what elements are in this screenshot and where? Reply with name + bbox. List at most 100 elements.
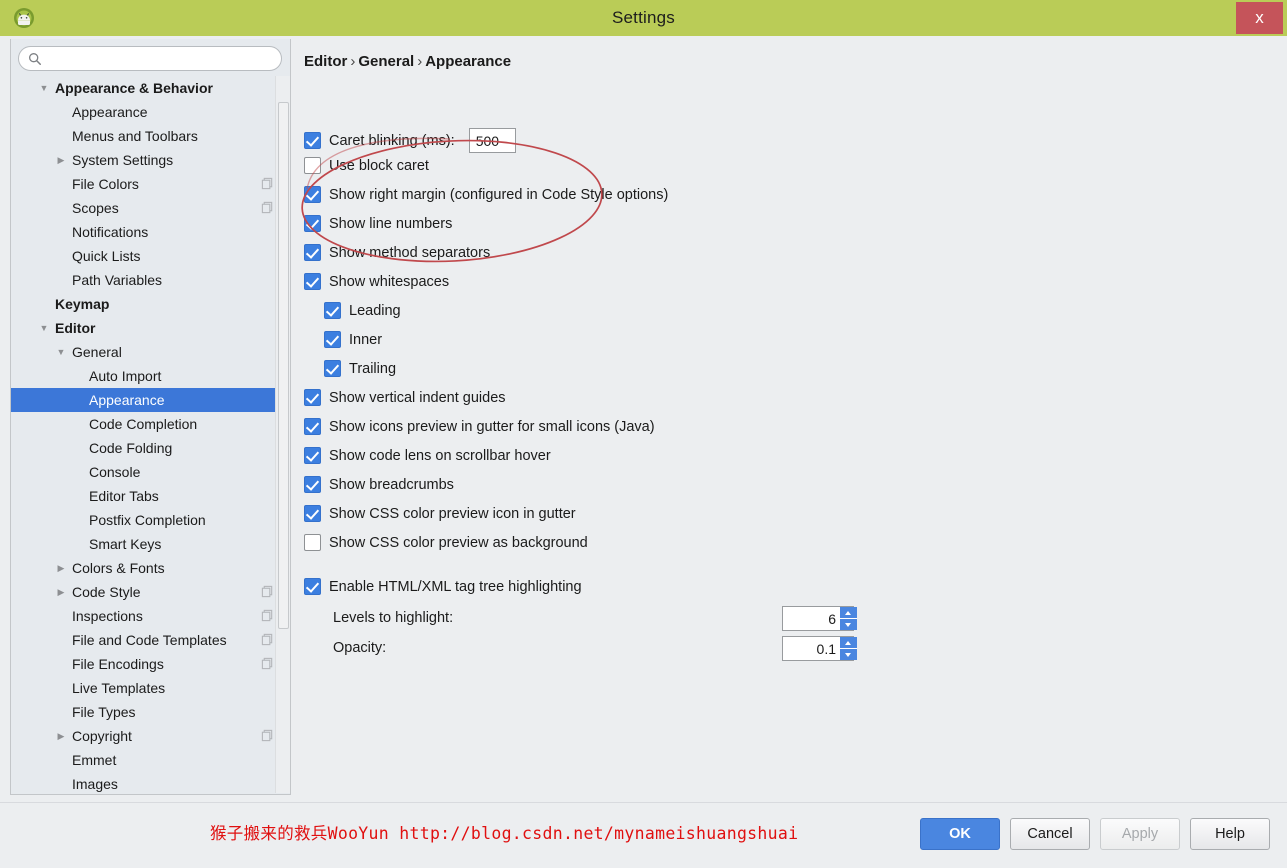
- sidebar-item-file-encodings[interactable]: File Encodings: [11, 652, 290, 676]
- copy-settings-icon[interactable]: [261, 585, 274, 598]
- checkbox-row-trailing[interactable]: Trailing: [324, 360, 396, 377]
- sidebar-item-appearance-behavior[interactable]: ▼ Appearance & Behavior: [11, 76, 290, 100]
- checkbox-show-css-color-preview-as-background[interactable]: [304, 534, 321, 551]
- checkbox-caret-blinking-ms[interactable]: [304, 132, 321, 149]
- sidebar-item-console[interactable]: Console: [11, 460, 290, 484]
- checkbox-show-code-lens-on-scrollbar-hover[interactable]: [304, 447, 321, 464]
- search-input[interactable]: [48, 51, 263, 66]
- checkbox-row-show-line-numbers[interactable]: Show line numbers: [304, 215, 452, 232]
- checkbox-show-breadcrumbs[interactable]: [304, 476, 321, 493]
- sidebar-item-scopes[interactable]: Scopes: [11, 196, 290, 220]
- checkbox-row-show-method-separators[interactable]: Show method separators: [304, 244, 490, 261]
- checkbox-use-block-caret[interactable]: [304, 157, 321, 174]
- sidebar-item-code-completion[interactable]: Code Completion: [11, 412, 290, 436]
- chevron-right-icon[interactable]: ▶: [54, 148, 68, 172]
- checkbox-row-show-css-color-preview-as-background[interactable]: Show CSS color preview as background: [304, 534, 588, 551]
- sidebar-item-images[interactable]: Images: [11, 772, 290, 793]
- checkbox-show-whitespaces[interactable]: [304, 273, 321, 290]
- chevron-down-icon[interactable]: [840, 619, 857, 630]
- checkbox-show-right-margin-configured-in-code-style-options[interactable]: [304, 186, 321, 203]
- checkbox-row-show-right-margin-configured-in-code-style-options[interactable]: Show right margin (configured in Code St…: [304, 186, 668, 203]
- checkbox-row-caret-blinking-ms[interactable]: Caret blinking (ms):: [304, 128, 516, 153]
- checkbox-row-show-icons-preview-in-gutter-for-small-icons-java[interactable]: Show icons preview in gutter for small i…: [304, 418, 655, 435]
- sidebar-item-appearance[interactable]: Appearance: [11, 388, 290, 412]
- checkbox-leading[interactable]: [324, 302, 341, 319]
- opacity-stepper[interactable]: [782, 636, 857, 661]
- close-icon[interactable]: x: [1236, 2, 1283, 34]
- ok-button[interactable]: OK: [920, 818, 1000, 850]
- checkbox-row-inner[interactable]: Inner: [324, 331, 382, 348]
- levels-to-highlight-input[interactable]: [783, 607, 840, 630]
- chevron-down-icon[interactable]: [840, 649, 857, 660]
- copy-settings-icon[interactable]: [261, 633, 274, 646]
- copy-settings-icon[interactable]: [261, 729, 274, 742]
- sidebar-scrollbar-thumb[interactable]: [278, 102, 289, 629]
- checkbox-trailing[interactable]: [324, 360, 341, 377]
- levels-spin-buttons[interactable]: [840, 607, 857, 630]
- sidebar-scrollbar-track[interactable]: [275, 76, 290, 793]
- checkbox-row-show-css-color-preview-icon-in-gutter[interactable]: Show CSS color preview icon in gutter: [304, 505, 576, 522]
- sidebar-item-emmet[interactable]: Emmet: [11, 748, 290, 772]
- copy-settings-icon[interactable]: [261, 609, 274, 622]
- copy-settings-icon[interactable]: [261, 657, 274, 670]
- caret-blinking-input[interactable]: [468, 128, 516, 153]
- sidebar-item-label: Appearance: [72, 104, 148, 120]
- checkbox-row-show-whitespaces[interactable]: Show whitespaces: [304, 273, 449, 290]
- levels-to-highlight-stepper[interactable]: [782, 606, 857, 631]
- checkbox-show-css-color-preview-icon-in-gutter[interactable]: [304, 505, 321, 522]
- sidebar-item-file-types[interactable]: File Types: [11, 700, 290, 724]
- chevron-right-icon[interactable]: ▶: [54, 724, 68, 748]
- checkbox-row-show-code-lens-on-scrollbar-hover[interactable]: Show code lens on scrollbar hover: [304, 447, 551, 464]
- sidebar-item-system-settings[interactable]: ▶ System Settings: [11, 148, 290, 172]
- checkbox-show-method-separators[interactable]: [304, 244, 321, 261]
- opacity-spin-buttons[interactable]: [840, 637, 857, 660]
- checkbox-enable-html-xml-tag-tree-highlighting[interactable]: [304, 578, 321, 595]
- chevron-down-icon[interactable]: ▼: [54, 340, 68, 364]
- checkbox-row-show-breadcrumbs[interactable]: Show breadcrumbs: [304, 476, 454, 493]
- sidebar-item-file-colors[interactable]: File Colors: [11, 172, 290, 196]
- chevron-down-icon[interactable]: ▼: [37, 316, 51, 340]
- opacity-input[interactable]: [783, 637, 840, 660]
- cancel-button[interactable]: Cancel: [1010, 818, 1090, 850]
- checkbox-show-icons-preview-in-gutter-for-small-icons-java[interactable]: [304, 418, 321, 435]
- sidebar-item-copyright[interactable]: ▶ Copyright: [11, 724, 290, 748]
- sidebar-item-code-style[interactable]: ▶ Code Style: [11, 580, 290, 604]
- checkbox-show-line-numbers[interactable]: [304, 215, 321, 232]
- search-box[interactable]: [18, 46, 282, 71]
- copy-settings-icon[interactable]: [261, 177, 274, 190]
- chevron-right-icon[interactable]: ▶: [54, 556, 68, 580]
- checkbox-row-enable-html-xml-tag-tree-highlighting[interactable]: Enable HTML/XML tag tree highlighting: [304, 578, 582, 595]
- checkbox-show-vertical-indent-guides[interactable]: [304, 389, 321, 406]
- sidebar-item-colors-fonts[interactable]: ▶ Colors & Fonts: [11, 556, 290, 580]
- copy-settings-icon[interactable]: [261, 201, 274, 214]
- sidebar-item-path-variables[interactable]: Path Variables: [11, 268, 290, 292]
- sidebar-item-label: Menus and Toolbars: [72, 128, 198, 144]
- sidebar-item-quick-lists[interactable]: Quick Lists: [11, 244, 290, 268]
- sidebar-item-appearance[interactable]: Appearance: [11, 100, 290, 124]
- checkbox-inner[interactable]: [324, 331, 341, 348]
- sidebar-item-editor[interactable]: ▼ Editor: [11, 316, 290, 340]
- sidebar-item-auto-import[interactable]: Auto Import: [11, 364, 290, 388]
- sidebar-item-smart-keys[interactable]: Smart Keys: [11, 532, 290, 556]
- chevron-up-icon[interactable]: [840, 607, 857, 619]
- checkbox-row-leading[interactable]: Leading: [324, 302, 401, 319]
- sidebar-item-label: Console: [89, 464, 141, 480]
- sidebar-item-postfix-completion[interactable]: Postfix Completion: [11, 508, 290, 532]
- sidebar-item-editor-tabs[interactable]: Editor Tabs: [11, 484, 290, 508]
- settings-tree[interactable]: ▼ Appearance & Behavior Appearance Menus an…: [11, 76, 290, 793]
- checkbox-row-show-vertical-indent-guides[interactable]: Show vertical indent guides: [304, 389, 506, 406]
- chevron-down-icon[interactable]: ▼: [37, 76, 51, 100]
- sidebar-item-notifications[interactable]: Notifications: [11, 220, 290, 244]
- sidebar-item-file-and-code-templates[interactable]: File and Code Templates: [11, 628, 290, 652]
- sidebar-item-inspections[interactable]: Inspections: [11, 604, 290, 628]
- help-button[interactable]: Help: [1190, 818, 1270, 850]
- sidebar-item-label: Postfix Completion: [89, 512, 206, 528]
- chevron-right-icon[interactable]: ▶: [54, 580, 68, 604]
- sidebar-item-live-templates[interactable]: Live Templates: [11, 676, 290, 700]
- sidebar-item-menus-and-toolbars[interactable]: Menus and Toolbars: [11, 124, 290, 148]
- checkbox-row-use-block-caret[interactable]: Use block caret: [304, 157, 429, 174]
- chevron-up-icon[interactable]: [840, 637, 857, 649]
- sidebar-item-keymap[interactable]: Keymap: [11, 292, 290, 316]
- sidebar-item-code-folding[interactable]: Code Folding: [11, 436, 290, 460]
- sidebar-item-general[interactable]: ▼ General: [11, 340, 290, 364]
